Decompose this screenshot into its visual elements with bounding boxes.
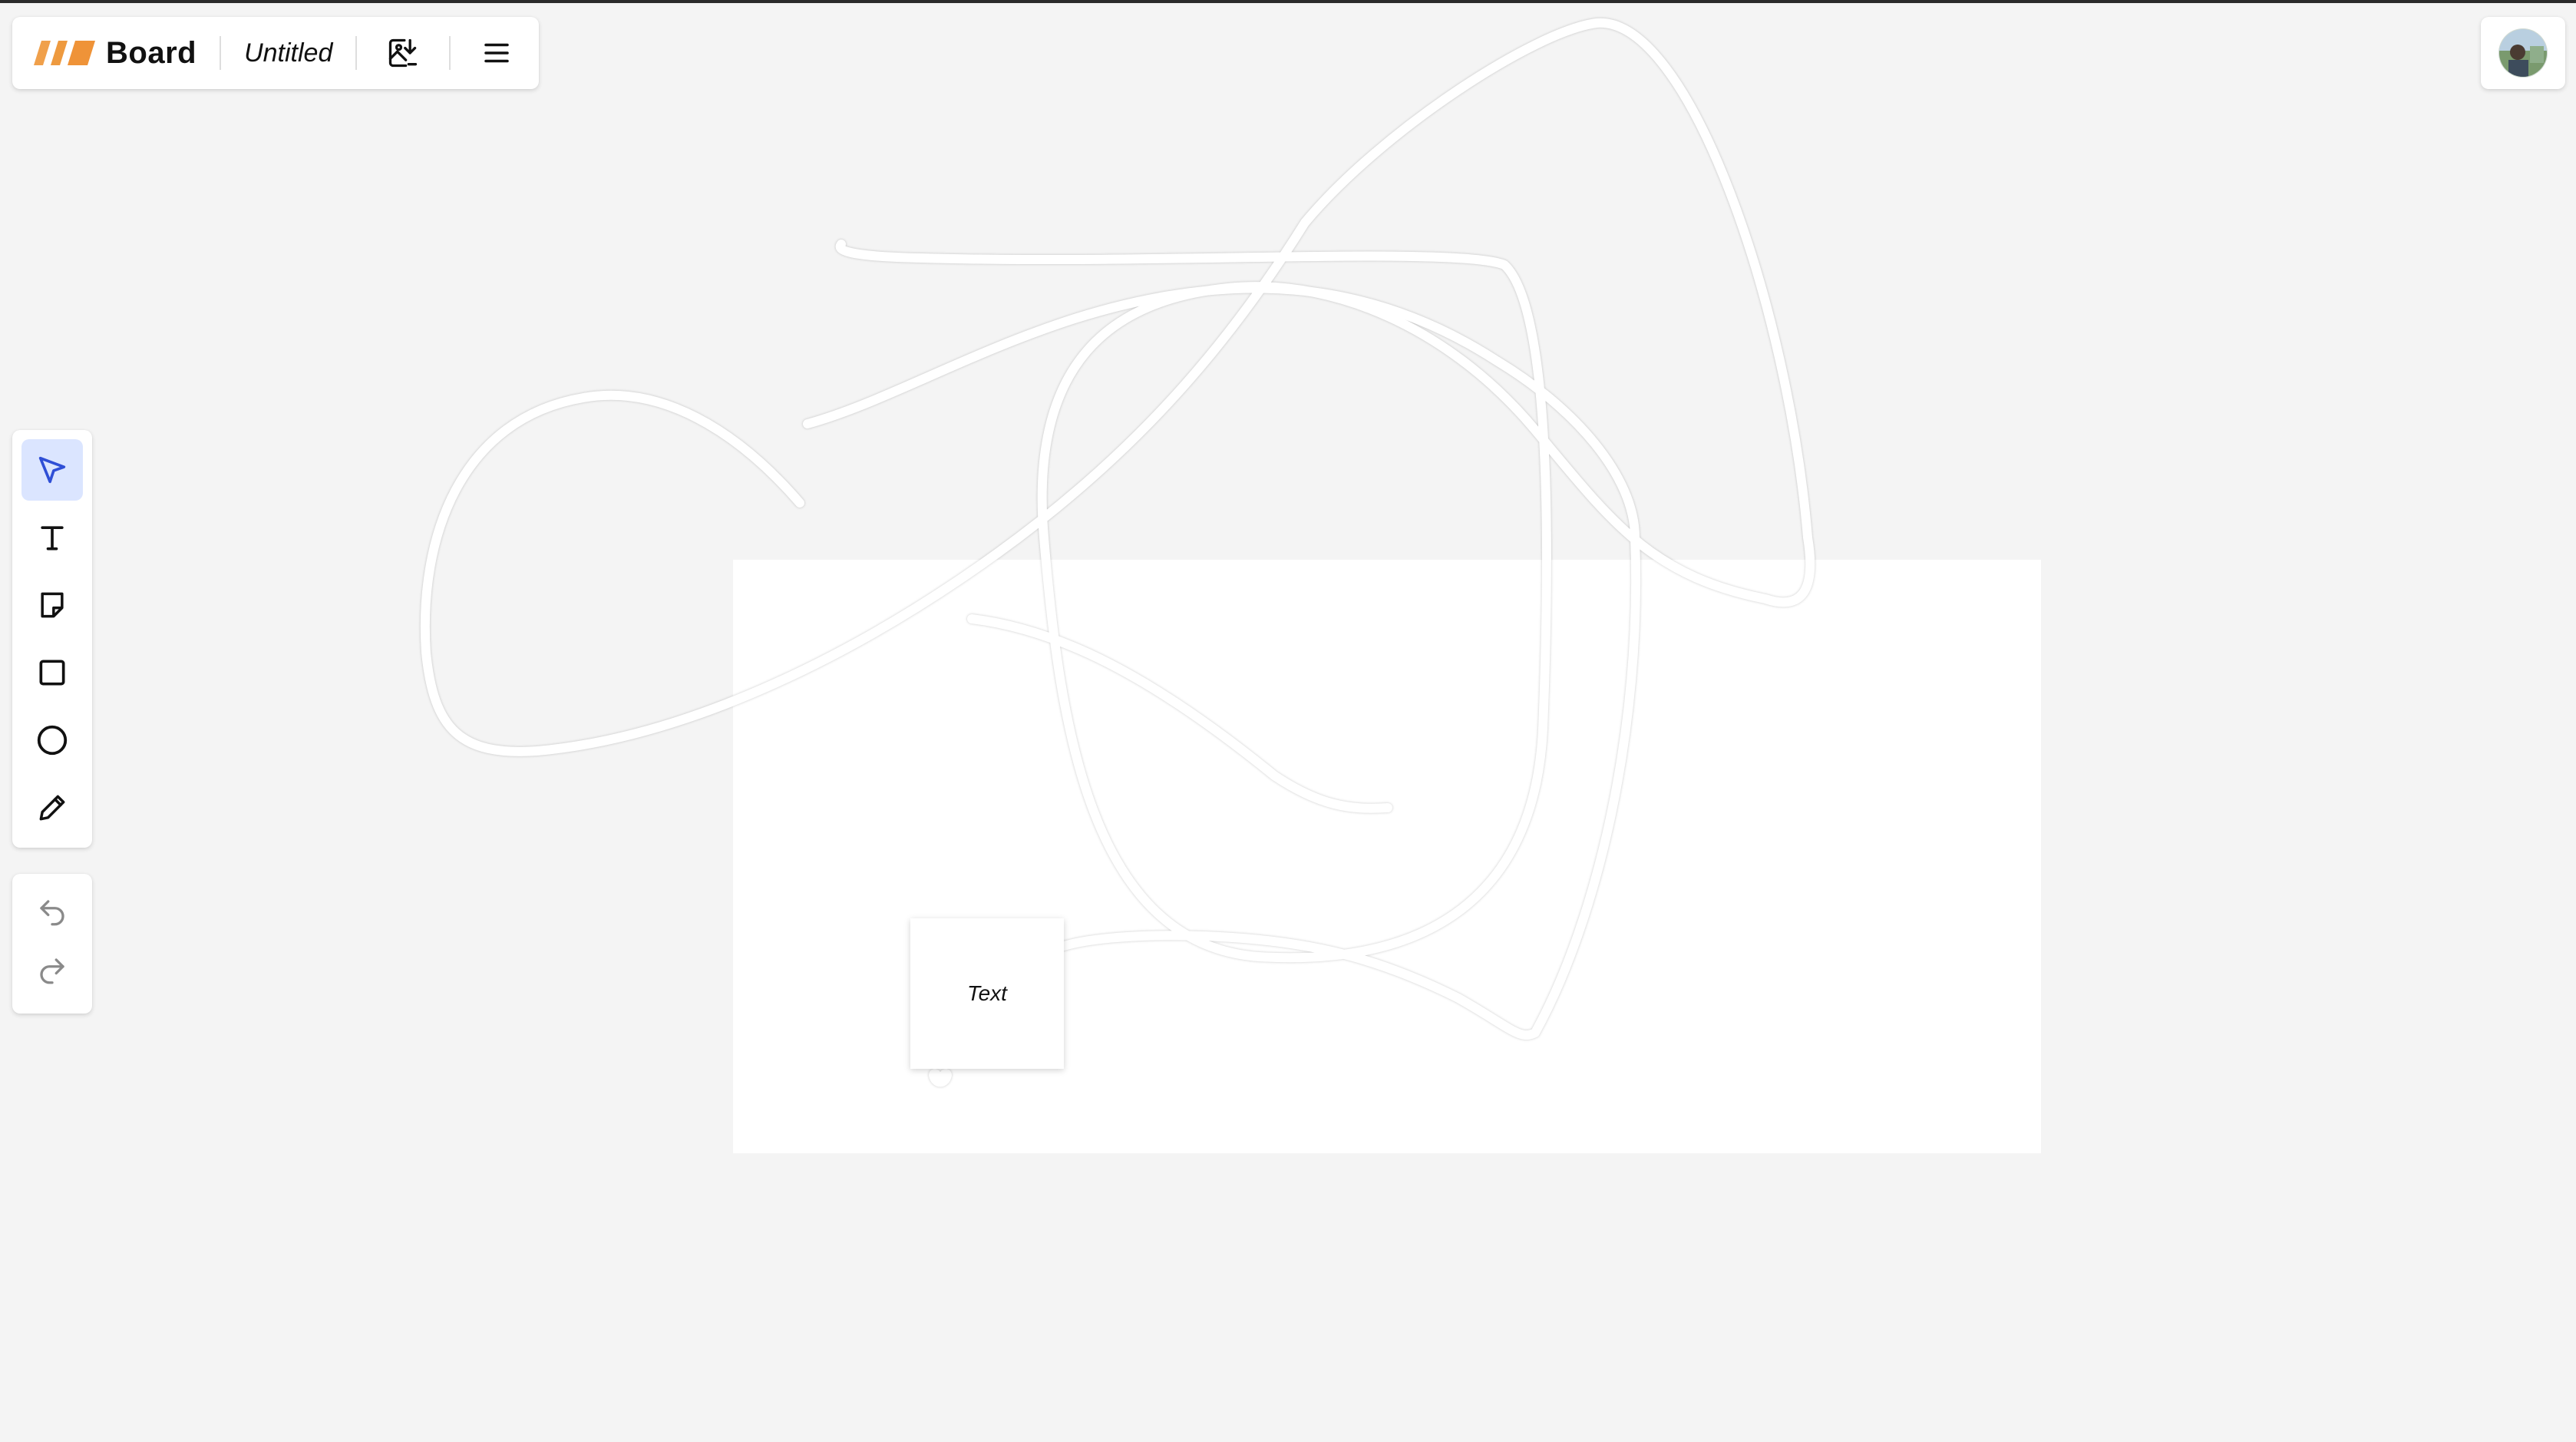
pencil-icon xyxy=(39,795,65,821)
redo-button[interactable] xyxy=(21,941,83,1000)
cursor-arrow-icon xyxy=(38,456,66,484)
pen-tool-button[interactable] xyxy=(21,777,83,838)
square-icon xyxy=(39,660,65,686)
sticky-note[interactable]: Text xyxy=(910,918,1064,1069)
logo-stripes xyxy=(34,41,95,65)
undo-button[interactable] xyxy=(21,883,83,941)
tool-palette xyxy=(12,430,92,848)
sticky-note-tool-button[interactable] xyxy=(21,574,83,636)
select-tool-button[interactable] xyxy=(21,439,83,501)
text-icon xyxy=(41,526,64,551)
top-header-bar: Board Untitled xyxy=(12,17,539,89)
divider xyxy=(220,36,222,70)
undo-icon xyxy=(40,900,64,926)
image-download-icon xyxy=(389,38,418,68)
divider xyxy=(355,36,358,70)
user-avatar[interactable] xyxy=(2498,28,2548,78)
redo-icon xyxy=(40,958,64,984)
menu-icon xyxy=(484,43,510,63)
divider xyxy=(449,36,451,70)
sticky-note-text[interactable]: Text xyxy=(967,981,1007,1006)
text-tool-button[interactable] xyxy=(21,507,83,568)
freehand-stroke[interactable] xyxy=(929,1069,952,1087)
circle-icon xyxy=(37,725,68,756)
export-image-button[interactable] xyxy=(380,30,426,76)
ellipse-tool-button[interactable] xyxy=(21,709,83,771)
menu-button[interactable] xyxy=(474,30,520,76)
history-controls xyxy=(12,874,92,1014)
brand-name: Board xyxy=(106,35,197,70)
board-canvas[interactable] xyxy=(0,0,2576,1442)
sticky-note-icon xyxy=(41,592,64,618)
user-avatar-panel[interactable] xyxy=(2481,17,2565,89)
rectangle-tool-button[interactable] xyxy=(21,642,83,703)
document-title[interactable]: Untitled xyxy=(244,38,332,68)
